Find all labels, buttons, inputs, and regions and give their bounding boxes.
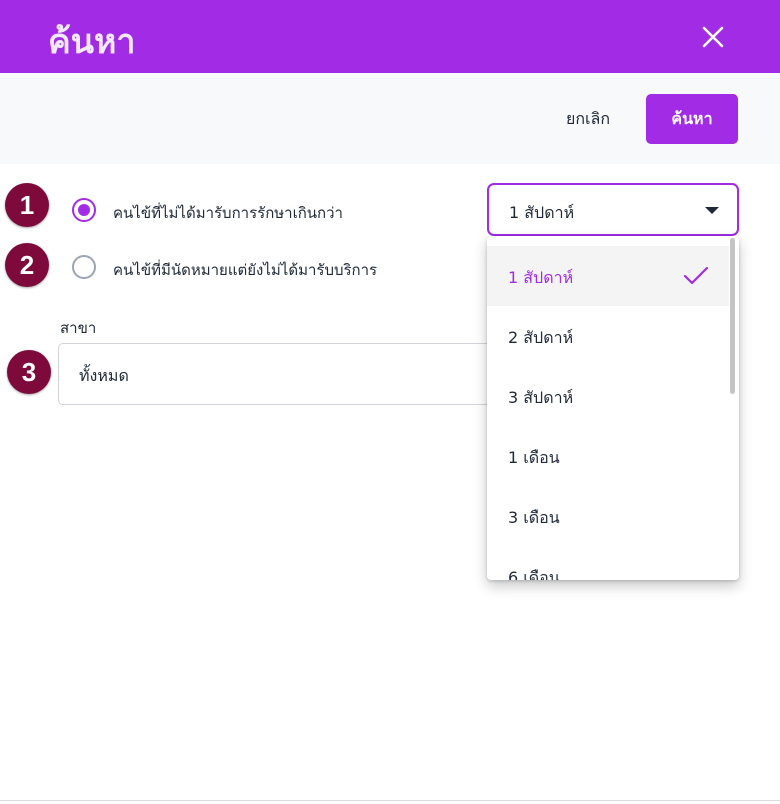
cancel-button[interactable]: ยกเลิก (548, 94, 628, 144)
option-label: 1 สัปดาห์ (508, 268, 574, 287)
option-label: 2 สัปดาห์ (508, 328, 574, 347)
dialog-header: ค้นหา (0, 0, 780, 73)
branch-value: ทั้งหมด (79, 366, 129, 385)
radio-not-treated[interactable] (72, 198, 96, 222)
step-badge-1: 1 (5, 183, 49, 227)
dropdown-option[interactable]: 3 สัปดาห์ (487, 366, 729, 426)
dropdown-option[interactable]: 6 เดือน (487, 546, 729, 580)
period-select-value: 1 สัปดาห์ (509, 203, 575, 222)
period-select[interactable]: 1 สัปดาห์ (487, 183, 739, 236)
step-badge-2: 2 (5, 243, 49, 287)
option-label: 6 เดือน (508, 568, 560, 580)
dropdown-option[interactable]: 3 เดือน (487, 486, 729, 546)
step-badge-3: 3 (7, 350, 51, 394)
option-label: 3 เดือน (508, 508, 560, 527)
search-button[interactable]: ค้นหา (646, 94, 738, 144)
dropdown-option[interactable]: 2 สัปดาห์ (487, 306, 729, 366)
dialog-title: ค้นหา (48, 22, 136, 62)
caret-down-icon (705, 207, 719, 214)
option-label: 1 เดือน (508, 448, 560, 467)
close-icon[interactable] (696, 20, 730, 54)
dropdown-option[interactable]: 1 สัปดาห์ (487, 246, 729, 306)
check-icon (683, 266, 709, 285)
option-label: 3 สัปดาห์ (508, 388, 574, 407)
branch-label: สาขา (60, 319, 97, 337)
dropdown-scrollbar[interactable] (730, 238, 735, 394)
period-dropdown-menu: 1 สัปดาห์ 2 สัปดาห์ 3 สัปดาห์ 1 เดือน 3 … (487, 236, 739, 580)
dropdown-option[interactable]: 1 เดือน (487, 426, 729, 486)
radio-appointment-missed[interactable] (72, 255, 96, 279)
branch-field[interactable]: ทั้งหมด (58, 343, 498, 405)
radio-label-not-treated[interactable]: คนไข้ที่ไม่ได้มารับการรักษาเกินกว่า (113, 201, 343, 225)
footer-divider (0, 800, 780, 801)
radio-label-appointment-missed[interactable]: คนไข้ที่มีนัดหมายแต่ยังไม่ได้มารับบริการ (113, 258, 377, 282)
